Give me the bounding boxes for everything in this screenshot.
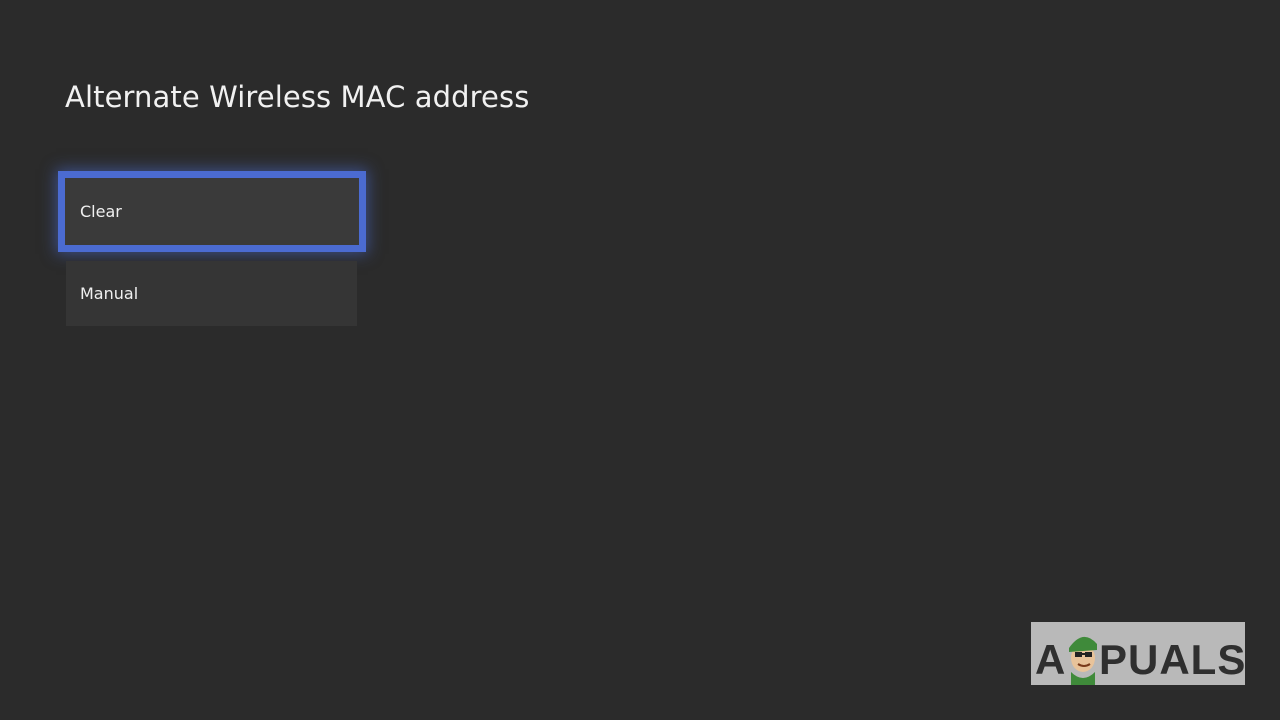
manual-button[interactable]: Manual xyxy=(66,261,357,326)
manual-button-label: Manual xyxy=(80,284,139,303)
option-list: Clear Manual xyxy=(58,171,366,326)
page-title: Alternate Wireless MAC address xyxy=(65,80,530,114)
clear-button[interactable]: Clear xyxy=(58,171,366,252)
appuals-watermark: A PUALS xyxy=(1031,622,1245,685)
svg-text:PUALS: PUALS xyxy=(1099,636,1245,683)
appuals-mascot-icon xyxy=(1069,636,1097,685)
svg-text:A: A xyxy=(1035,636,1065,683)
settings-screen: Alternate Wireless MAC address Clear Man… xyxy=(0,0,1280,720)
appuals-logo: A PUALS xyxy=(1035,636,1245,685)
clear-button-label: Clear xyxy=(80,202,122,221)
